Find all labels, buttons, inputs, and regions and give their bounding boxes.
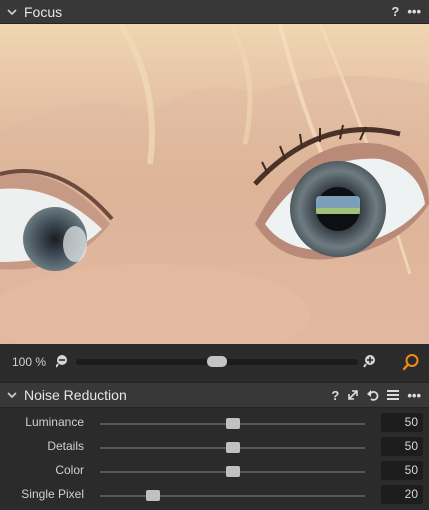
slider-row-single-pixel: Single Pixel 20 [0, 482, 429, 506]
details-slider[interactable] [100, 442, 365, 453]
help-icon[interactable]: ? [331, 387, 339, 403]
zoom-slider[interactable] [76, 356, 358, 367]
color-value-field[interactable]: 50 [381, 461, 423, 480]
chevron-down-icon[interactable] [0, 391, 24, 399]
loupe-tool-icon[interactable] [402, 353, 420, 374]
noise-reduction-panel-header[interactable]: Noise Reduction ? ••• [0, 382, 429, 408]
single-pixel-value-field[interactable]: 20 [381, 485, 423, 504]
more-options-icon[interactable]: ••• [407, 387, 421, 403]
slider-thumb[interactable] [225, 442, 240, 453]
reset-icon[interactable] [367, 387, 379, 403]
details-value-field[interactable]: 50 [381, 437, 423, 456]
slider-label: Single Pixel [21, 487, 84, 501]
slider-row-details: Details 50 [0, 434, 429, 458]
zoom-out-icon[interactable] [55, 354, 70, 371]
more-options-icon[interactable]: ••• [407, 4, 421, 20]
focus-panel-header[interactable]: Focus ? ••• [0, 0, 429, 24]
luminance-value-field[interactable]: 50 [381, 413, 423, 432]
focus-preview-image [0, 24, 429, 344]
slider-row-luminance: Luminance 50 [0, 410, 429, 434]
color-slider[interactable] [100, 466, 365, 477]
slider-thumb[interactable] [146, 490, 160, 501]
slider-label: Details [47, 439, 84, 453]
zoom-bar: 100 % [0, 344, 429, 380]
zoom-level-label: 100 % [12, 355, 47, 369]
presets-menu-icon[interactable] [387, 387, 400, 403]
slider-label: Color [55, 463, 84, 477]
zoom-in-icon[interactable] [363, 354, 377, 371]
focus-panel-title: Focus [24, 3, 63, 20]
slider-thumb[interactable] [225, 466, 240, 477]
luminance-slider[interactable] [100, 418, 365, 429]
noise-reduction-panel-title: Noise Reduction [24, 387, 127, 403]
help-icon[interactable]: ? [391, 4, 399, 20]
slider-row-color: Color 50 [0, 458, 429, 482]
copy-apply-icon[interactable] [347, 387, 359, 403]
noise-reduction-controls: Luminance 50 Details 50 Color 50 Single … [0, 408, 429, 510]
chevron-down-icon[interactable] [0, 8, 24, 16]
zoom-slider-thumb[interactable] [207, 356, 227, 367]
slider-thumb[interactable] [225, 418, 240, 429]
single-pixel-slider[interactable] [100, 490, 365, 501]
slider-label: Luminance [25, 415, 84, 429]
